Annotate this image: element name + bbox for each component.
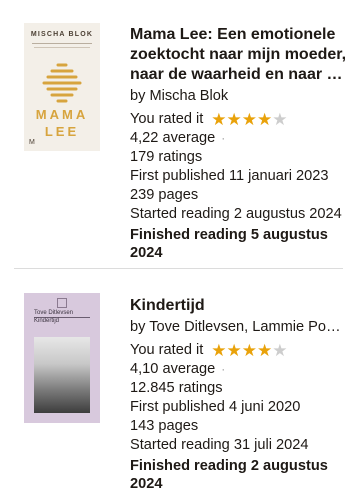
rated-label: You rated it [130,111,204,127]
rating-stars[interactable]: ★ ★ ★ ★ ★ [211,110,287,129]
dot-separator: · [221,131,226,145]
star-icon[interactable]: ★ [242,110,257,129]
star-icon[interactable]: ★ [272,341,287,360]
cover-title: MAMA [35,107,89,122]
first-published: First published 4 juni 2020 [130,399,301,415]
started-reading: Started reading 2 augustus 2024 [130,206,342,222]
cover-author: MISCHA BLOK [30,31,94,38]
rating-stars[interactable]: ★ ★ ★ ★ ★ [211,341,287,360]
ratings-count: 12.845 ratings [130,380,223,396]
book-title-line: Kindertijd [130,297,205,314]
book-info: Mama Lee: Een emotionele zoektocht naar … [130,25,347,262]
user-rating: You rated it ★ ★ ★ ★ ★ [130,110,347,129]
page-count: 143 pages [130,418,199,434]
user-rating: You rated it ★ ★ ★ ★ ★ [130,341,347,360]
star-icon[interactable]: ★ [242,341,257,360]
ratings-count: 179 ratings [130,149,203,165]
book-item[interactable]: MISCHA BLOK MAMA LEE M Mama Lee: Een emo… [0,0,357,268]
cover-subtitle-line [32,43,92,44]
book-title-line: zoektocht naar mijn moeder, [130,46,347,63]
average-rating: 4,22 average · [130,129,347,148]
book-author[interactable]: by Tove Ditlevsen, Lammie Post-... [130,318,347,337]
cover-subtitle-line [34,47,90,48]
book-title[interactable]: Kindertijd [130,296,347,316]
cover-photo [34,337,90,413]
book-item[interactable]: Tove Ditlevsen Kindertijd Kindertijd by … [0,269,357,500]
book-title[interactable]: Mama Lee: Een emotionele zoektocht naar … [130,25,347,85]
cover-ornament [42,63,82,103]
first-published: First published 11 januari 2023 [130,168,329,184]
average-rating: 4,10 average · [130,360,347,379]
average-text: 4,10 average [130,361,216,377]
finished-line: Finished reading 2 augustus [130,458,328,474]
finished-reading: Finished reading 2 augustus 2024 [130,457,347,493]
dot-separator: · [221,362,226,376]
finished-line: 2024 [130,476,163,492]
book-author[interactable]: by Mischa Blok [130,87,347,106]
star-icon[interactable]: ★ [211,341,226,360]
cover-title: LEE [44,124,80,139]
finished-reading: Finished reading 5 augustus 2024 [130,226,347,262]
publisher-logo [57,298,67,308]
finished-line: Finished reading 5 augustus [130,227,328,243]
cover-title: Kindertijd [34,318,60,324]
star-icon[interactable]: ★ [257,341,272,360]
average-text: 4,22 average [130,130,216,146]
page-count: 239 pages [130,187,199,203]
finished-line: 2024 [130,245,163,261]
started-reading: Started reading 31 juli 2024 [130,437,309,453]
book-title-line: naar de waarheid en naar o... [130,66,347,83]
star-icon[interactable]: ★ [227,341,242,360]
book-cover[interactable]: Tove Ditlevsen Kindertijd [24,293,100,423]
rated-label: You rated it [130,342,204,358]
cover-author: Tove Ditlevsen [34,310,74,316]
star-icon[interactable]: ★ [272,110,287,129]
star-icon[interactable]: ★ [227,110,242,129]
star-icon[interactable]: ★ [257,110,272,129]
book-info: Kindertijd by Tove Ditlevsen, Lammie Pos… [130,296,347,493]
book-title-line: Mama Lee: Een emotionele [130,26,336,43]
star-icon[interactable]: ★ [211,110,226,129]
publisher-logo: M [29,139,35,146]
book-cover[interactable]: MISCHA BLOK MAMA LEE M [24,23,100,151]
